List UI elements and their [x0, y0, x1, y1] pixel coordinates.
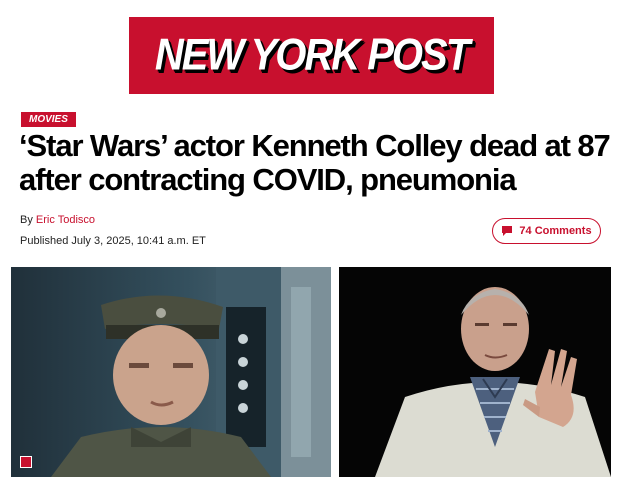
comments-count: 74 Comments	[519, 225, 592, 237]
photo-star-wars-officer[interactable]	[11, 267, 331, 477]
author-link[interactable]: Eric Todisco	[36, 214, 95, 226]
section-tag[interactable]: MOVIES	[21, 112, 76, 127]
gallery-icon[interactable]	[20, 456, 32, 468]
published-date: Published July 3, 2025, 10:41 a.m. ET	[20, 235, 206, 247]
speech-bubble-icon	[502, 226, 513, 236]
byline-prefix: By	[20, 214, 33, 226]
byline: By Eric Todisco	[20, 214, 95, 226]
masthead-logo[interactable]: NEW YORK POST	[129, 17, 494, 94]
masthead-logo-text: NEW YORK POST	[154, 30, 470, 80]
photo-kenneth-colley[interactable]	[335, 267, 611, 477]
article-headline: ‘Star Wars’ actor Kenneth Colley dead at…	[19, 128, 611, 197]
comments-button[interactable]: 74 Comments	[492, 218, 601, 244]
